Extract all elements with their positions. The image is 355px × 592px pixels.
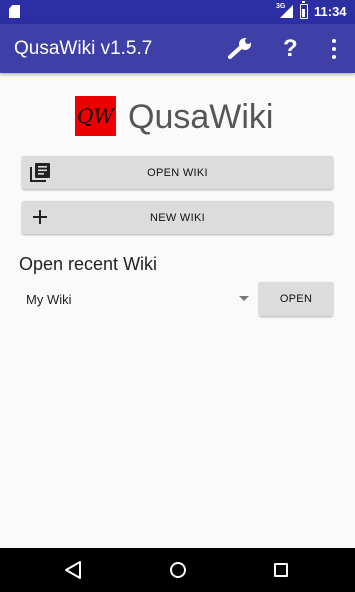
open-button[interactable]: OPEN (259, 282, 333, 316)
battery-icon (300, 1, 308, 19)
logo-badge: QW (75, 96, 116, 136)
new-wiki-button[interactable]: NEW WIKI (22, 201, 333, 234)
home-icon[interactable] (170, 562, 186, 578)
dropdown-arrow-icon (239, 296, 249, 301)
help-icon[interactable]: ? (283, 35, 298, 63)
sd-card-icon (9, 5, 20, 18)
settings-wrench-icon[interactable] (227, 37, 253, 61)
app-title: QusaWiki v1.5.7 (14, 38, 153, 59)
clock: 11:34 (314, 4, 347, 19)
signal-icon (280, 5, 293, 18)
recent-wiki-select[interactable]: My Wiki (22, 283, 251, 315)
logo-name: QusaWiki (128, 98, 274, 136)
open-wiki-label: OPEN WIKI (147, 167, 208, 179)
recents-icon[interactable] (274, 563, 288, 577)
open-wiki-button[interactable]: OPEN WIKI (22, 156, 333, 189)
recent-wiki-heading: Open recent Wiki (19, 254, 158, 274)
action-bar: QusaWiki v1.5.7 ? (0, 24, 355, 73)
new-wiki-label: NEW WIKI (150, 212, 205, 224)
status-bar: 3G 11:34 (0, 0, 355, 24)
selected-wiki: My Wiki (26, 292, 72, 307)
overflow-menu-icon[interactable] (329, 39, 339, 59)
navigation-bar (0, 548, 355, 592)
back-icon[interactable] (64, 560, 82, 580)
